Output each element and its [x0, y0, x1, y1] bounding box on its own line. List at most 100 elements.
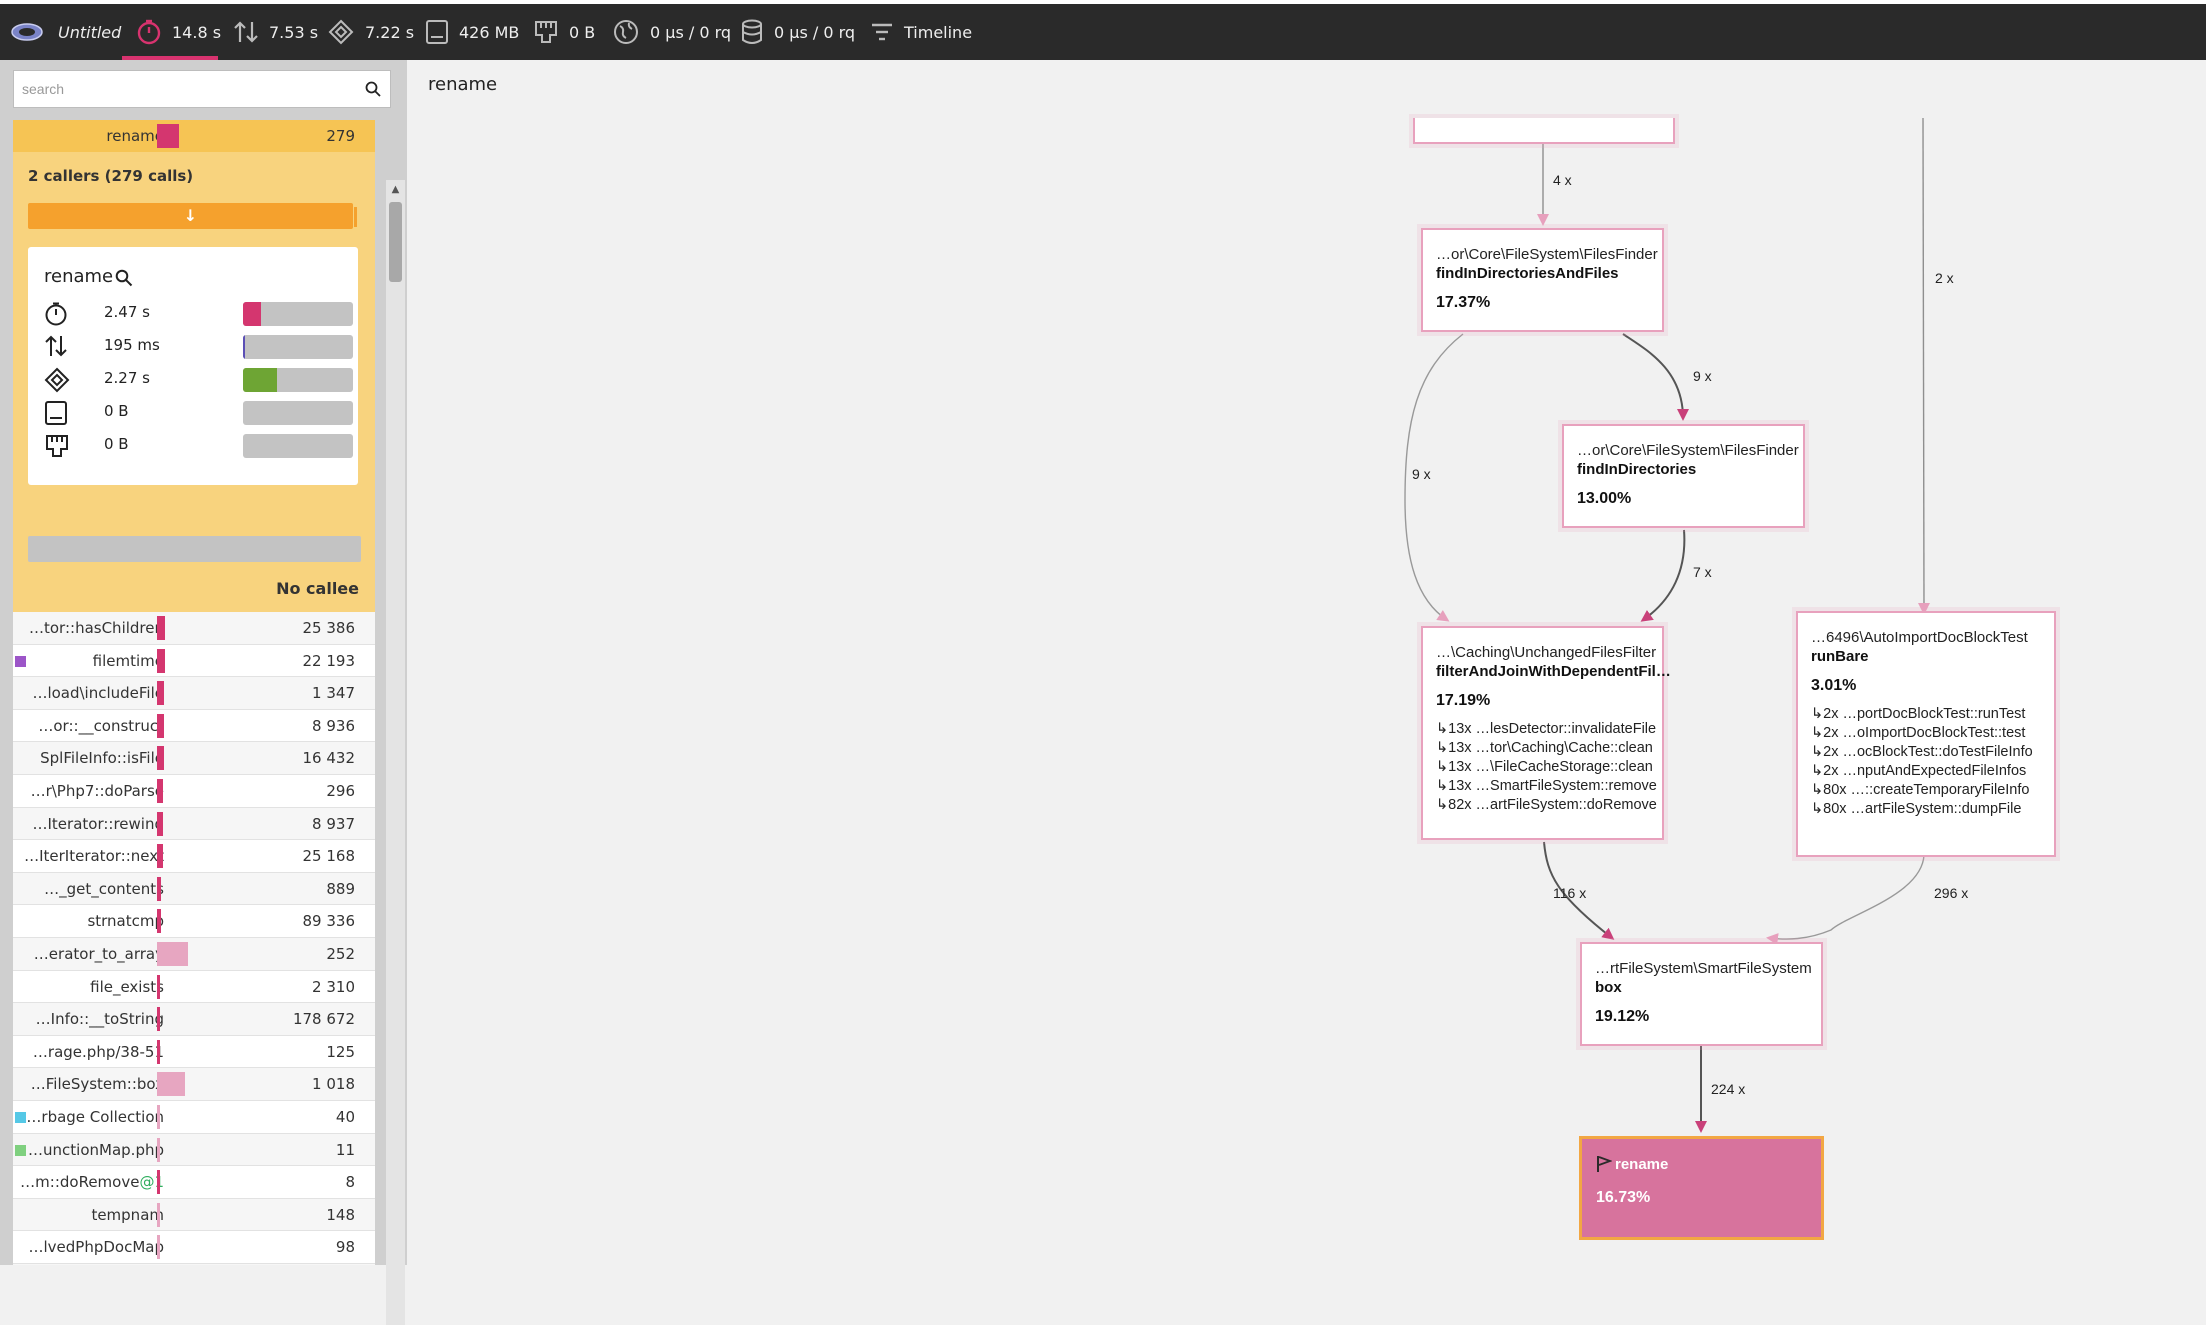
globe-icon — [614, 20, 638, 44]
sidebar-scrollbar[interactable]: ▲ — [386, 180, 405, 1325]
cpu-icon — [328, 19, 354, 45]
function-row[interactable]: …FileSystem::box 1 018 — [13, 1068, 375, 1101]
node-percent: 17.19% — [1436, 692, 1491, 709]
function-row[interactable]: …Info::__toString 178 672 — [13, 1003, 375, 1036]
node-namespace: …\Caching\UnchangedFilesFilter — [1436, 644, 1657, 661]
graph-node-filterandjoin[interactable]: …\Caching\UnchangedFilesFilter filterAnd… — [1421, 626, 1671, 840]
function-name: …m::doRemove@1 — [20, 1166, 164, 1198]
blackfire-logo[interactable] — [10, 4, 44, 60]
call-count: 11 — [335, 1140, 355, 1159]
call-count: 1 347 — [312, 684, 355, 703]
cpu-icon — [44, 367, 70, 393]
call-count: 148 — [326, 1205, 355, 1224]
function-details: 2 callers (279 calls) ↓ rename 2.47 s 19… — [13, 152, 375, 612]
node-namespace: …rtFileSystem\SmartFileSystem — [1595, 960, 1812, 977]
function-row[interactable]: …r\Php7::doParse 296 — [13, 774, 375, 808]
http-tab[interactable]: 0 µs / 0 rq — [612, 4, 731, 60]
function-name: …erator_to_array — [34, 938, 164, 970]
function-row[interactable]: …tor::hasChildren 25 386 — [13, 612, 375, 645]
callee-line: ↳80x …artFileSystem::dumpFile — [1811, 801, 2022, 817]
io-wait-tab[interactable]: 7.53 s — [233, 4, 318, 60]
scroll-up-icon[interactable]: ▲ — [386, 180, 405, 198]
search-icon[interactable] — [115, 269, 133, 287]
edge-label: 116 x — [1553, 885, 1587, 901]
metric-row-memory: 0 B — [44, 398, 353, 426]
network-icon — [46, 435, 68, 457]
function-row[interactable]: …lvedPhpDocMap 98 — [13, 1231, 375, 1264]
cost-bar — [157, 616, 165, 640]
edge-label: 224 x — [1711, 1081, 1746, 1097]
cost-bar — [157, 1007, 160, 1032]
function-name: …Iterator::rewind — [33, 808, 165, 840]
call-count: 178 672 — [292, 1010, 355, 1029]
graph-node-rename[interactable]: rename 16.73% — [1579, 1136, 1824, 1240]
node-callees: ↳2x …portDocBlockTest::runTest ↳2x …oImp… — [1811, 705, 2033, 819]
cpu-tab[interactable]: 7.22 s — [327, 4, 414, 60]
function-row[interactable]: strnatcmp 89 336 — [13, 905, 375, 938]
node-callees: ↳13x …lesDetector::invalidateFile ↳13x …… — [1436, 720, 1657, 815]
function-name: …Info::__toString — [36, 1003, 164, 1035]
function-row[interactable]: …rbage Collection 40 — [13, 1100, 375, 1134]
memory-tab[interactable]: 426 MB — [425, 4, 519, 60]
function-row[interactable]: file_exists 2 310 — [13, 970, 375, 1004]
function-row[interactable]: …rage.php/38-51 125 — [13, 1035, 375, 1069]
metric-bar — [243, 335, 353, 359]
function-name-text: …Iterator::rewind — [32, 814, 165, 833]
function-name-text: …_get_contents — [44, 879, 164, 898]
function-name-text: …unctionMap.php — [28, 1140, 164, 1159]
cost-bar — [157, 811, 163, 836]
call-count: 889 — [326, 879, 355, 898]
selected-function-row[interactable]: rename 279 — [13, 120, 375, 152]
edge-label: 9 x — [1693, 368, 1712, 384]
memory-icon — [426, 20, 448, 44]
call-count: 25 168 — [302, 847, 356, 866]
wall-time-value: 14.8 s — [172, 22, 222, 42]
function-name-text: …r\Php7::doParse — [30, 781, 164, 800]
function-row[interactable]: tempnam 148 — [13, 1198, 375, 1232]
call-count: 2 310 — [312, 977, 355, 996]
callers-bar[interactable]: ↓ — [28, 203, 353, 229]
graph-node-runbare[interactable]: …6496\AutoImportDocBlockTest runBare 3.0… — [1796, 611, 2056, 857]
network-tab[interactable]: 0 B — [533, 4, 595, 60]
function-name: strnatcmp — [87, 905, 164, 937]
graph-node-findindirectoriesandfiles[interactable]: …or\Core\FileSystem\FilesFinder findInDi… — [1421, 228, 1664, 332]
timeline-tab[interactable]: Timeline — [870, 4, 972, 60]
function-row[interactable]: …unctionMap.php 11 — [13, 1133, 375, 1167]
edge-label: 9 x — [1412, 466, 1431, 482]
function-row[interactable]: SplFileInfo::isFile 16 432 — [13, 742, 375, 775]
metric-bar — [243, 368, 353, 392]
node-function: filterAndJoinWithDependentFil… — [1436, 663, 1671, 680]
memory-icon — [45, 401, 67, 425]
function-row[interactable]: …IterIterator::next 25 168 — [13, 840, 375, 873]
search-button[interactable] — [356, 71, 390, 107]
profile-title[interactable]: Untitled — [58, 4, 121, 60]
cost-bar — [157, 746, 164, 771]
search-input[interactable] — [14, 71, 370, 107]
http-value: 0 µs / 0 rq — [650, 22, 732, 42]
stopwatch-icon — [45, 302, 67, 326]
function-row[interactable]: …m::doRemove@1 8 — [13, 1166, 375, 1199]
node-function: findInDirectories — [1577, 461, 1697, 478]
function-row[interactable]: …erator_to_array 252 — [13, 937, 375, 971]
sql-tab[interactable]: 0 µs / 0 rq — [740, 4, 855, 60]
metric-value: 2.47 s — [104, 303, 150, 321]
function-row[interactable]: …load\includeFile 1 347 — [13, 677, 375, 710]
callees-bar[interactable] — [28, 536, 361, 562]
arrow-down-icon: ↓ — [183, 206, 198, 225]
function-row[interactable]: …_get_contents 889 — [13, 872, 375, 906]
call-count: 8 — [345, 1173, 355, 1192]
node-percent: 16.73% — [1596, 1189, 1651, 1206]
cpu-value: 7.22 s — [365, 22, 415, 42]
function-name-text: …m::doRemove — [20, 1173, 140, 1192]
function-row[interactable]: …Iterator::rewind 8 937 — [13, 807, 375, 841]
scroll-thumb[interactable] — [389, 202, 402, 282]
graph-node-caller[interactable] — [1413, 118, 1675, 144]
graph-node-findindirectories[interactable]: …or\Core\FileSystem\FilesFinder findInDi… — [1562, 424, 1805, 528]
function-name: …FileSystem::box — [31, 1068, 164, 1100]
wall-time-tab[interactable]: 14.8 s — [136, 4, 221, 60]
function-row[interactable]: filemtime 22 193 — [13, 644, 375, 678]
function-row[interactable]: …or::__construct 8 936 — [13, 709, 375, 743]
function-name-text: …Info::__toString — [35, 1010, 164, 1029]
graph-node-box[interactable]: …rtFileSystem\SmartFileSystem box 19.12% — [1580, 942, 1823, 1046]
call-count: 25 386 — [302, 619, 356, 637]
